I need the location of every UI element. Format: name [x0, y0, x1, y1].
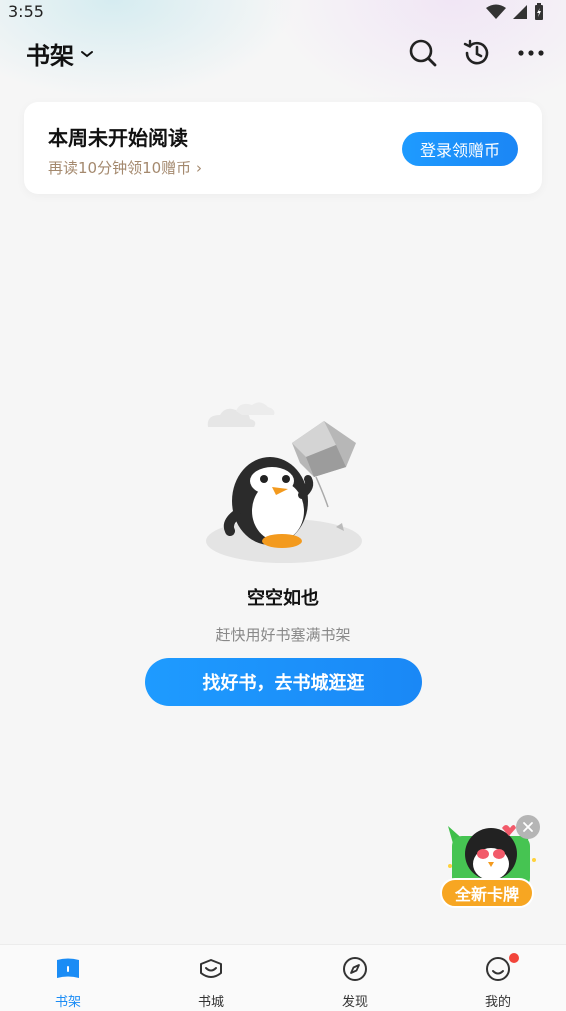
bookstore-icon	[200, 959, 222, 978]
nav-label-bookstore: 书城	[197, 995, 224, 1010]
wifi-icon	[486, 4, 506, 19]
reading-card-title: 本周未开始阅读	[48, 126, 188, 150]
battery-icon	[535, 3, 543, 20]
nav-label-discover: 发现	[341, 995, 368, 1010]
promo-label[interactable]: 全新卡牌	[440, 878, 534, 908]
notification-badge	[509, 953, 519, 963]
history-button[interactable]	[460, 36, 494, 70]
nav-item-profile[interactable]: 我的	[453, 945, 543, 1011]
compass-icon	[343, 957, 367, 981]
status-bar: 3:55	[0, 0, 566, 26]
nav-label-bookshelf: 书架	[54, 995, 81, 1010]
login-button[interactable]: 登录领赠币	[402, 132, 518, 166]
reading-card-subtitle[interactable]: 再读10分钟领10赠币 ›	[48, 157, 202, 178]
search-icon	[409, 39, 437, 67]
nav-item-bookstore[interactable]: 书城	[166, 945, 256, 1011]
chevron-down-icon	[81, 50, 93, 57]
promo-close-button[interactable]	[516, 815, 540, 839]
nav-item-bookshelf[interactable]: 书架	[23, 945, 113, 1011]
nav-item-discover[interactable]: 发现	[310, 945, 400, 1011]
history-icon	[463, 39, 489, 65]
empty-state-subtitle: 赶快用好书塞满书架	[215, 626, 351, 644]
profile-icon	[486, 957, 510, 981]
page-title: 书架	[26, 42, 74, 70]
header: 书架	[0, 30, 566, 76]
close-icon	[523, 822, 533, 832]
more-button[interactable]	[514, 36, 548, 70]
bottom-nav: 书架 书城 发现 我的	[0, 944, 566, 1011]
reading-card: 本周未开始阅读 再读10分钟领10赠币 › 登录领赠币	[24, 102, 542, 194]
penguin-illustration	[206, 402, 362, 563]
more-icon	[518, 50, 544, 56]
find-books-button[interactable]: 找好书，去书城逛逛	[145, 658, 422, 706]
search-button[interactable]	[406, 36, 440, 70]
nav-label-profile: 我的	[484, 995, 511, 1010]
bookshelf-icon	[57, 958, 79, 978]
status-icons	[486, 3, 544, 21]
shelf-dropdown[interactable]: 书架	[26, 36, 94, 71]
empty-state-title: 空空如也	[247, 588, 319, 609]
signal-icon	[513, 5, 527, 19]
status-time: 3:55	[8, 2, 44, 21]
